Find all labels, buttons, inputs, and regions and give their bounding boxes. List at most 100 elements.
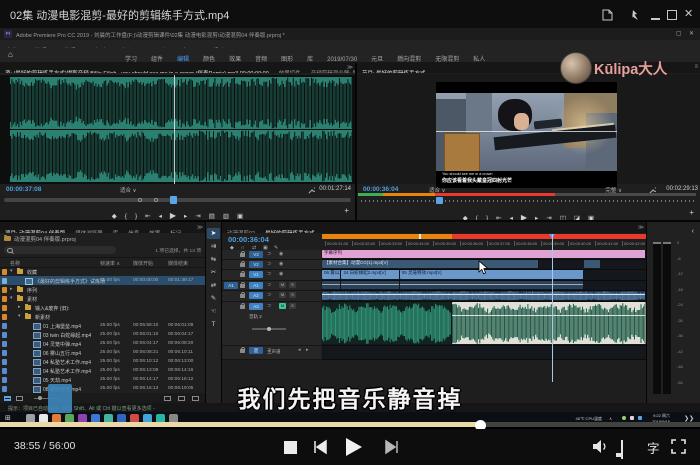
mute-button[interactable]: M	[279, 303, 286, 309]
timeline-clip[interactable]: 字幕序列	[322, 250, 646, 258]
workspace-tab-4[interactable]: 效果	[229, 53, 241, 62]
timeline-clip[interactable]: 05 灵笼特效.mp4[V]	[400, 270, 585, 279]
source-scrub-bar[interactable]	[4, 198, 351, 202]
project-row[interactable]: 《最好的剪辑练手方式》试炼场25.00 fps00:00:00:0000:01:…	[0, 276, 205, 285]
source-fit-dropdown[interactable]: 适合 ∨	[120, 186, 137, 194]
premiere-restore-button[interactable]: ▢	[676, 30, 682, 37]
workspace-tab-9[interactable]: 元旦	[371, 53, 383, 62]
go-to-out-button[interactable]: ⇥	[546, 211, 551, 220]
timeline-clip[interactable]	[322, 291, 646, 300]
solo-button[interactable]: S	[289, 303, 296, 309]
track-badge-V1[interactable]: V1	[249, 271, 263, 278]
play-button[interactable]: ▶	[521, 210, 527, 220]
project-tab-1[interactable]: 媒体浏览器	[70, 228, 108, 233]
source-tab-1[interactable]: 效果控件	[274, 68, 306, 73]
timeline-clip[interactable]	[322, 302, 452, 344]
sync-lock-icon[interactable]: ⊃	[267, 303, 271, 309]
go-to-in-button[interactable]: ⇤	[145, 209, 150, 220]
pen-tool[interactable]: ✎	[207, 293, 220, 304]
home-icon[interactable]: ⌂	[8, 50, 13, 59]
project-row[interactable]: ▸序列	[0, 285, 205, 294]
pan-right-icon[interactable]: ▸	[306, 347, 309, 353]
fullscreen-icon[interactable]	[671, 439, 686, 454]
breadcrumb[interactable]: 动漫混剪04 伴奏版.prproj	[4, 235, 76, 243]
volume-icon[interactable]	[592, 439, 608, 454]
workspace-tab-0[interactable]: 学习	[125, 53, 137, 62]
lock-icon[interactable]	[240, 253, 245, 257]
toggle-output-eye-icon[interactable]: ◉	[279, 261, 283, 267]
disclosure-triangle[interactable]: ▸	[10, 286, 13, 292]
minimize-button[interactable]	[651, 18, 660, 20]
lock-icon[interactable]	[240, 294, 245, 298]
timeline-clip[interactable]	[400, 281, 585, 289]
type-tool[interactable]: T	[207, 319, 220, 330]
slider-knob[interactable]	[267, 327, 271, 331]
workspace-tab-1[interactable]: 组件	[151, 53, 163, 62]
mark-out-button[interactable]: }	[135, 209, 137, 220]
column-header-0[interactable]: 名称	[10, 260, 20, 267]
track-select-tool[interactable]: ⇉	[207, 241, 220, 252]
project-tab-4[interactable]: 效果	[144, 228, 165, 233]
project-row[interactable]: ▾素材	[0, 294, 205, 303]
project-row[interactable]: 04 私塾艺术工作.mp425.00 fps00:06:13:0900:06:1…	[0, 366, 205, 375]
search-input[interactable]	[4, 246, 116, 254]
lock-icon[interactable]	[240, 305, 245, 309]
solo-button[interactable]: S	[289, 292, 296, 298]
open-file-icon[interactable]	[602, 9, 613, 21]
timeline-clip[interactable]: 【素材合集】动漫CG(1).mp4[V]	[322, 260, 539, 268]
timeline-playhead-line[interactable]	[552, 234, 553, 382]
video-area[interactable]: Pr Adobe Premiere Pro CC 2019 - 刘晨的工作盘(F…	[0, 28, 700, 425]
close-button[interactable]: ✕	[684, 7, 693, 20]
project-row[interactable]: 03 twin 白蛇缘起.mp425.00 fps00:06:01:1000:0…	[0, 330, 205, 339]
project-tab-3[interactable]: 信息	[123, 228, 144, 233]
collapse-icon[interactable]: ‹	[692, 228, 694, 235]
workspace-tab-3[interactable]: 颜色	[203, 53, 215, 62]
mark-in-button[interactable]: {	[476, 211, 478, 220]
program-scrub-handle[interactable]	[436, 197, 443, 204]
wrench-icon[interactable]	[308, 187, 315, 194]
extract-button[interactable]: ◪	[574, 211, 580, 220]
insert-button[interactable]: ▤	[209, 209, 215, 220]
program-scrub-ticks[interactable]	[361, 200, 696, 202]
timeline-clip[interactable]	[584, 260, 600, 268]
mark-out-button[interactable]: }	[486, 211, 488, 220]
step-forward-button[interactable]: ▸	[184, 209, 187, 220]
workspace-tab-2[interactable]: 编辑	[177, 53, 189, 62]
column-header-1[interactable]: 帧速率 ∧	[100, 260, 120, 267]
seek-bar[interactable]	[0, 419, 700, 429]
go-to-in-button[interactable]: ⇤	[496, 211, 501, 220]
timeline-clip-selected[interactable]	[452, 302, 646, 344]
tab-overflow-icon[interactable]: ≫	[197, 224, 203, 231]
track-lane-MA[interactable]	[322, 346, 646, 360]
project-row[interactable]: ▾新素材	[0, 312, 205, 321]
next-button[interactable]	[384, 439, 400, 455]
toggle-output-eye-icon[interactable]: ◉	[279, 271, 283, 277]
project-row[interactable]: 04 灵笼中弹.mp425.00 fps00:06:04:1700:06:08:…	[0, 339, 205, 348]
selection-tool[interactable]: ➤	[207, 228, 220, 239]
project-tab-0[interactable]: 项目: 动漫混剪04 伴奏版	[0, 228, 70, 233]
track-lanes[interactable]: 字幕序列【素材合集】动漫CG(1).mp4[V]06 雾山五行.mp4[V]24…	[322, 222, 646, 403]
step-back-button[interactable]: ◂	[159, 209, 162, 220]
workspace-tab-5[interactable]: 音频	[255, 53, 267, 62]
previous-button[interactable]	[312, 439, 328, 455]
go-to-out-button[interactable]: ⇥	[195, 209, 200, 220]
project-row[interactable]: ▾收藏	[0, 267, 205, 276]
project-row[interactable]: ▸输入&废弃 (旧):	[0, 303, 205, 312]
workspace-tab-8[interactable]: 2019/07/30	[327, 53, 357, 62]
track-badge-V3[interactable]: V3	[249, 251, 263, 258]
subtitle-icon[interactable]: 字	[647, 438, 660, 457]
lock-icon[interactable]	[240, 284, 245, 288]
mark-in-button[interactable]: {	[125, 209, 127, 220]
pan-left-icon[interactable]: ◂	[298, 347, 301, 353]
toggle-output-eye-icon[interactable]: ◉	[279, 251, 283, 257]
track-lane-A2[interactable]	[322, 291, 646, 302]
always-on-top-pin-icon[interactable]	[627, 9, 639, 21]
track-badge-A1[interactable]: A1	[249, 282, 263, 289]
sync-lock-icon[interactable]: ⊃	[267, 261, 271, 267]
track-badge-MA[interactable]: 混	[249, 347, 263, 354]
add-marker-button[interactable]: ◆	[112, 209, 117, 220]
maximize-button[interactable]	[667, 10, 677, 20]
lock-icon[interactable]	[240, 349, 245, 353]
track-badge-A3[interactable]: A3	[249, 303, 263, 310]
out-marker[interactable]	[154, 198, 158, 202]
